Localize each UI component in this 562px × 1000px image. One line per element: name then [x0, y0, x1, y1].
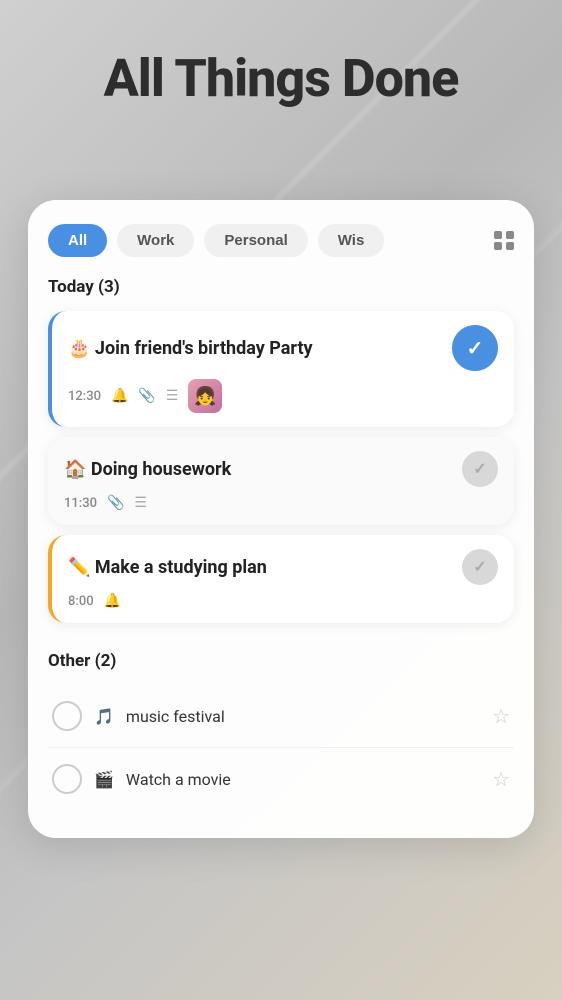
- other-heading: Other (2): [48, 651, 514, 671]
- filter-tabs: All Work Personal Wis: [48, 224, 514, 257]
- today-heading: Today (3): [48, 277, 514, 297]
- attachment-icon: 📎: [107, 495, 124, 511]
- task-housework-title: 🏠 Doing housework: [64, 459, 452, 480]
- other-list: 🎵 music festival ☆ 🎬 Watch a movie ☆: [48, 685, 514, 810]
- task-study-title: ✏️ Make a studying plan: [68, 557, 452, 578]
- task-title-row: 🎂 Join friend's birthday Party ✓: [68, 325, 498, 371]
- app-title: All Things Done: [0, 48, 562, 109]
- task-birthday-time: 12:30: [68, 389, 101, 404]
- task-birthday-check[interactable]: ✓: [452, 325, 498, 371]
- list-icon: ☰: [166, 388, 179, 404]
- task-birthday-emoji: 🎂: [68, 338, 90, 359]
- checkmark-icon: ✓: [473, 459, 486, 479]
- task-birthday: 🎂 Join friend's birthday Party ✓ 12:30 🔔…: [48, 311, 514, 427]
- task-birthday-thumbnail: 👧: [188, 379, 222, 413]
- music-star-icon[interactable]: ☆: [492, 704, 510, 728]
- grid-icon: [494, 231, 514, 251]
- other-item-movie: 🎬 Watch a movie ☆: [48, 748, 514, 810]
- bell-icon: 🔔: [111, 388, 128, 404]
- task-housework-title-row: 🏠 Doing housework ✓: [64, 451, 498, 487]
- main-card: All Work Personal Wis Today (3) 🎂 Join f…: [28, 200, 534, 838]
- list-icon: ☰: [134, 495, 147, 511]
- task-housework: 🏠 Doing housework ✓ 11:30 📎 ☰: [48, 437, 514, 525]
- other-movie-emoji: 🎬: [94, 770, 114, 789]
- task-housework-time: 11:30: [64, 496, 97, 511]
- task-birthday-meta: 12:30 🔔 📎 ☰ 👧: [68, 379, 498, 413]
- task-study: ✏️ Make a studying plan ✓ 8:00 🔔: [48, 535, 514, 623]
- checkmark-icon: ✓: [467, 336, 484, 361]
- tab-wishlist[interactable]: Wis: [318, 224, 385, 257]
- tab-all[interactable]: All: [48, 224, 107, 257]
- today-task-list: 🎂 Join friend's birthday Party ✓ 12:30 🔔…: [48, 311, 514, 623]
- other-item-music: 🎵 music festival ☆: [48, 685, 514, 748]
- task-study-meta: 8:00 🔔: [68, 593, 498, 609]
- checkmark-icon: ✓: [473, 557, 486, 577]
- other-movie-label: Watch a movie: [126, 770, 480, 789]
- tab-personal[interactable]: Personal: [204, 224, 307, 257]
- other-movie-check[interactable]: [52, 764, 82, 794]
- grid-view-button[interactable]: [494, 231, 514, 251]
- movie-star-icon[interactable]: ☆: [492, 767, 510, 791]
- other-music-check[interactable]: [52, 701, 82, 731]
- task-housework-emoji: 🏠: [64, 459, 86, 480]
- task-study-time: 8:00: [68, 594, 94, 609]
- tab-work[interactable]: Work: [117, 224, 194, 257]
- task-study-title-row: ✏️ Make a studying plan ✓: [68, 549, 498, 585]
- attachment-icon: 📎: [138, 388, 155, 404]
- task-housework-check[interactable]: ✓: [462, 451, 498, 487]
- task-birthday-title: 🎂 Join friend's birthday Party: [68, 338, 442, 359]
- bell-icon: 🔔: [104, 593, 121, 609]
- task-study-emoji: ✏️: [68, 557, 90, 578]
- task-study-check[interactable]: ✓: [462, 549, 498, 585]
- other-music-emoji: 🎵: [94, 707, 114, 726]
- task-housework-meta: 11:30 📎 ☰: [64, 495, 498, 511]
- other-music-label: music festival: [126, 707, 480, 726]
